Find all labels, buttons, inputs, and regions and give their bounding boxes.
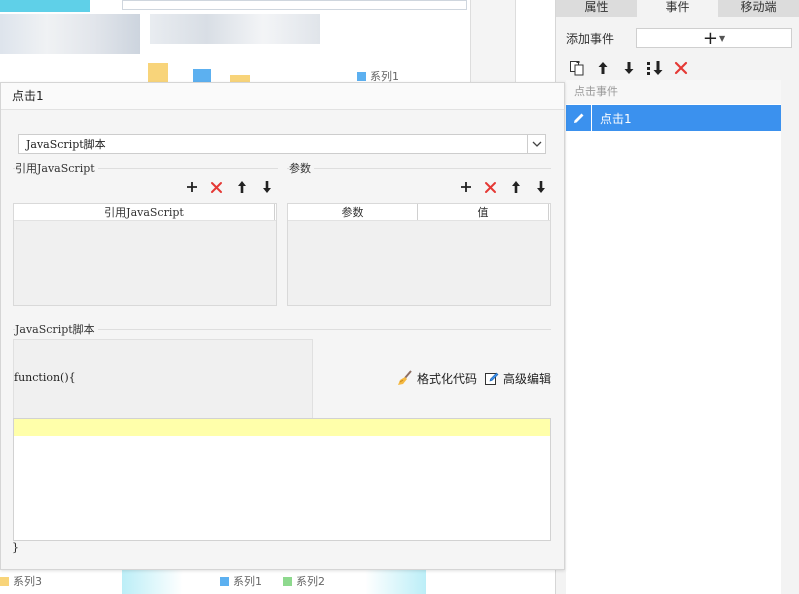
event-list-item-label: 点击1 bbox=[600, 111, 632, 126]
legend-swatch bbox=[357, 71, 366, 81]
arrow-up-icon[interactable] bbox=[508, 180, 523, 195]
arrow-down-icon[interactable] bbox=[533, 180, 548, 195]
group-divider bbox=[287, 168, 551, 169]
event-toolbar bbox=[568, 58, 690, 78]
edit-icon bbox=[485, 372, 499, 385]
blurred-region bbox=[150, 14, 320, 44]
legend-label: 系列1 bbox=[233, 575, 262, 588]
current-line-highlight bbox=[14, 419, 550, 436]
add-event-row: 添加事件 + ▼ bbox=[566, 27, 794, 49]
params-toolbar bbox=[458, 179, 548, 195]
event-side-panel: 属性 事件 移动端 添加事件 + ▼ 点击事件 点击1 bbox=[555, 0, 799, 594]
event-list-item[interactable]: 点击1 bbox=[566, 105, 781, 131]
ref-js-toolbar bbox=[184, 179, 274, 195]
delete-icon[interactable] bbox=[209, 180, 224, 195]
add-event-label: 添加事件 bbox=[566, 31, 615, 46]
legend-label: 系列2 bbox=[296, 575, 325, 588]
column-header[interactable]: 值 bbox=[418, 204, 549, 220]
format-code-label: 格式化代码 bbox=[417, 371, 478, 386]
format-code-button[interactable]: 格式化代码 bbox=[397, 369, 477, 387]
broom-icon bbox=[398, 370, 412, 385]
function-open-text: function(){ bbox=[14, 371, 76, 384]
chart-preview: 系列1 bbox=[0, 0, 470, 87]
tab-events[interactable]: 事件 bbox=[637, 0, 718, 17]
legend-swatch bbox=[283, 576, 292, 586]
chart-legend: 系列2 bbox=[283, 573, 325, 589]
event-list: 点击事件 点击1 bbox=[566, 80, 781, 594]
add-event-button[interactable]: + ▼ bbox=[636, 27, 792, 49]
code-editor[interactable] bbox=[13, 418, 551, 541]
arrow-up-icon[interactable] bbox=[594, 59, 612, 77]
blurred-input bbox=[122, 0, 467, 10]
plus-icon: + bbox=[702, 27, 718, 49]
chevron-down-icon: ▼ bbox=[718, 33, 726, 43]
blurred-title bbox=[0, 0, 90, 12]
chart-legend: 系列1 bbox=[220, 573, 262, 589]
ref-js-table[interactable]: 引用JavaScript bbox=[13, 203, 277, 306]
script-title: JavaScript脚本 bbox=[15, 321, 98, 337]
advanced-edit-label: 高级编辑 bbox=[503, 371, 552, 386]
arrow-up-icon[interactable] bbox=[234, 180, 249, 195]
chart-legend: 系列3 bbox=[0, 573, 42, 589]
column-header[interactable]: 参数 bbox=[288, 204, 418, 220]
plus-icon[interactable] bbox=[458, 180, 473, 195]
event-dialog: 点击1 JavaScript脚本 引用JavaScript 引用JavaScri… bbox=[0, 82, 565, 570]
panel-tabs: 属性 事件 移动端 bbox=[556, 0, 799, 17]
tab-mobile[interactable]: 移动端 bbox=[718, 0, 799, 17]
plus-icon[interactable] bbox=[184, 180, 199, 195]
legend-swatch bbox=[220, 576, 229, 586]
delete-icon[interactable] bbox=[672, 59, 690, 77]
event-list-header: 点击事件 bbox=[566, 80, 781, 104]
arrow-down-icon[interactable] bbox=[259, 180, 274, 195]
copy-icon[interactable] bbox=[568, 59, 586, 77]
delete-icon[interactable] bbox=[483, 180, 498, 195]
tab-properties[interactable]: 属性 bbox=[556, 0, 637, 17]
event-type-select[interactable]: JavaScript脚本 bbox=[18, 134, 546, 154]
arrow-down-icon[interactable] bbox=[620, 59, 638, 77]
ref-js-table-header: 引用JavaScript bbox=[14, 204, 276, 221]
legend-swatch bbox=[0, 576, 9, 586]
sort-down-icon[interactable] bbox=[646, 59, 664, 77]
event-type-value: JavaScript脚本 bbox=[26, 138, 106, 151]
params-table-header: 参数 值 bbox=[288, 204, 550, 221]
function-close-text: } bbox=[12, 541, 19, 554]
advanced-edit-button[interactable]: 高级编辑 bbox=[484, 369, 551, 387]
chevron-down-icon[interactable] bbox=[527, 135, 545, 153]
dialog-title: 点击1 bbox=[1, 83, 564, 110]
chart-footer: 系列3 系列1 系列2 bbox=[0, 568, 555, 594]
ref-js-title: 引用JavaScript bbox=[15, 160, 98, 176]
params-table[interactable]: 参数 值 bbox=[287, 203, 551, 306]
blurred-region bbox=[0, 14, 140, 54]
legend-label: 系列3 bbox=[13, 575, 42, 588]
column-header[interactable]: 引用JavaScript bbox=[14, 204, 275, 220]
params-title: 参数 bbox=[289, 160, 314, 176]
background-panel bbox=[515, 0, 555, 87]
edit-icon[interactable] bbox=[566, 105, 592, 131]
blurred-region bbox=[122, 569, 426, 594]
